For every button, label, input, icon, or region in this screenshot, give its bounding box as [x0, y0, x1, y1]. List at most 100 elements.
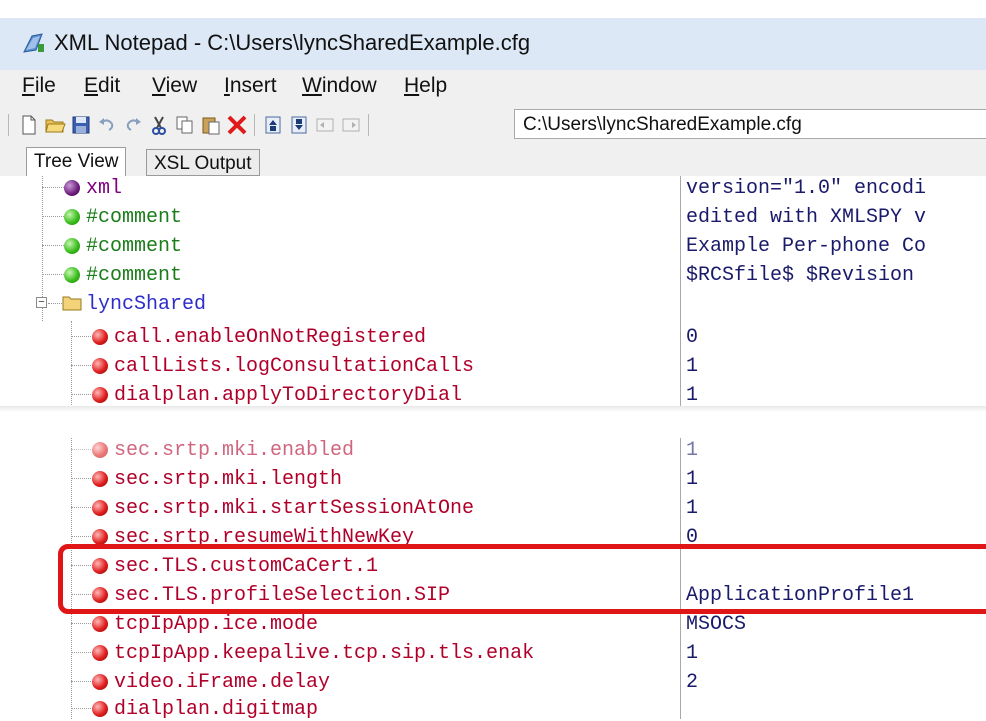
- tree-connector: [42, 216, 64, 217]
- node-name: dialplan.digitmap: [114, 698, 319, 721]
- title-bar[interactable]: XML Notepad - C:\Users\lyncSharedExample…: [0, 18, 986, 71]
- menu-edit-accel: E: [84, 74, 99, 97]
- node-name: tcpIpApp.keepalive.tcp.sip.tls.enak: [114, 642, 535, 665]
- nudge-left-icon[interactable]: [314, 114, 336, 136]
- element-node-icon: [92, 358, 108, 374]
- delete-x-icon[interactable]: [226, 114, 248, 136]
- cut-scissors-icon[interactable]: [148, 114, 170, 136]
- nudge-up-icon[interactable]: [262, 114, 284, 136]
- element-node-icon: [92, 329, 108, 345]
- comment-node-icon: [64, 267, 80, 283]
- tree-value-splitter[interactable]: [680, 176, 681, 719]
- tree-row[interactable]: tcpIpApp.keepalive.tcp.sip.tls.enak 1: [0, 641, 986, 665]
- tree-row[interactable]: #comment Example Per-phone Co: [0, 234, 986, 258]
- menu-edit[interactable]: Edit: [84, 74, 120, 98]
- element-node-icon: [92, 645, 108, 661]
- node-value[interactable]: edited with XMLSPY v: [686, 206, 926, 229]
- node-value[interactable]: $RCSfile$ $Revision: [686, 264, 914, 287]
- collapse-expander-icon[interactable]: −: [36, 297, 47, 308]
- element-node-icon: [92, 529, 108, 545]
- save-disk-icon[interactable]: [70, 114, 92, 136]
- menu-bar: File Edit View Insert Window Help: [0, 70, 986, 106]
- element-node-icon: [92, 701, 108, 717]
- menu-view[interactable]: View: [152, 74, 197, 98]
- node-value[interactable]: MSOCS: [686, 613, 746, 636]
- processing-instruction-icon: [64, 180, 80, 196]
- tab-xsl-output[interactable]: XSL Output: [146, 149, 260, 176]
- copy-icon[interactable]: [174, 114, 196, 136]
- tree-row[interactable]: #comment $RCSfile$ $Revision: [0, 263, 986, 287]
- toolbar-separator-2: [368, 114, 369, 136]
- tree-connector: [42, 245, 64, 246]
- tree-row[interactable]: dialplan.digitmap: [0, 697, 986, 721]
- element-node-icon: [92, 500, 108, 516]
- tree-row[interactable]: #comment edited with XMLSPY v: [0, 205, 986, 229]
- highlight-annotation: [58, 544, 986, 614]
- xml-notepad-app-icon: [23, 33, 44, 53]
- tree-connector: [71, 478, 93, 479]
- tree-connector: [71, 652, 93, 653]
- tree-row[interactable]: xml version="1.0" encodi: [0, 176, 986, 200]
- node-name: xml: [86, 177, 123, 200]
- node-value[interactable]: 1: [686, 468, 698, 491]
- comment-node-icon: [64, 238, 80, 254]
- node-name: callLists.logConsultationCalls: [114, 355, 475, 378]
- screenshot-break: [0, 408, 986, 438]
- menu-view-label: iew: [165, 74, 198, 97]
- location-input[interactable]: C:\Users\lyncSharedExample.cfg: [514, 109, 986, 139]
- tree-row[interactable]: tcpIpApp.ice.mode MSOCS: [0, 612, 986, 636]
- element-node-icon: [92, 442, 108, 458]
- node-name: sec.srtp.mki.startSessionAtOne: [114, 497, 475, 520]
- node-value[interactable]: 1: [686, 497, 698, 520]
- tree-connector: [71, 681, 93, 682]
- node-value[interactable]: Example Per-phone Co: [686, 235, 926, 258]
- menu-insert[interactable]: Insert: [224, 74, 277, 98]
- node-value[interactable]: 1: [686, 384, 698, 407]
- screenshot-break-shadow: [0, 406, 986, 412]
- menu-window[interactable]: Window: [302, 74, 377, 98]
- tree-connector: [71, 536, 93, 537]
- undo-icon[interactable]: [96, 114, 118, 136]
- nudge-right-icon[interactable]: [340, 114, 362, 136]
- tree-row[interactable]: sec.srtp.mki.startSessionAtOne 1: [0, 496, 986, 520]
- node-name: #comment: [86, 206, 183, 229]
- menu-window-label: indow: [321, 74, 377, 97]
- menu-edit-label: dit: [98, 74, 121, 97]
- tree-connector: [71, 507, 93, 508]
- node-name: video.iFrame.delay: [114, 671, 331, 694]
- node-name: #comment: [86, 264, 183, 287]
- tree-connector: [71, 449, 93, 450]
- tree-row[interactable]: call.enableOnNotRegistered 0: [0, 325, 986, 349]
- tree-connector: [71, 336, 93, 337]
- menu-file-accel: F: [22, 74, 35, 97]
- tree-row[interactable]: − lyncShared: [0, 292, 986, 316]
- tree-row[interactable]: dialplan.applyToDirectoryDial 1: [0, 383, 986, 407]
- node-value[interactable]: version="1.0" encodi: [686, 177, 926, 200]
- tree-row[interactable]: callLists.logConsultationCalls 1: [0, 354, 986, 378]
- tab-tree-view[interactable]: Tree View: [26, 147, 127, 177]
- toolbar: C:\Users\lyncSharedExample.cfg: [0, 106, 986, 144]
- node-value[interactable]: 0: [686, 326, 698, 349]
- node-name: #comment: [86, 235, 183, 258]
- paste-icon[interactable]: [200, 114, 222, 136]
- tree-row[interactable]: sec.srtp.mki.enabled 1: [0, 438, 986, 462]
- node-value[interactable]: 1: [686, 642, 698, 665]
- tree-view-panel[interactable]: xml version="1.0" encodi #comment edited…: [0, 176, 986, 721]
- new-file-icon[interactable]: [18, 114, 40, 136]
- comment-node-icon: [64, 209, 80, 225]
- nudge-down-icon[interactable]: [288, 114, 310, 136]
- node-name: dialplan.applyToDirectoryDial: [114, 384, 463, 407]
- node-value[interactable]: 2: [686, 671, 698, 694]
- menu-file[interactable]: File: [22, 74, 56, 98]
- open-folder-icon[interactable]: [44, 114, 66, 136]
- tree-row[interactable]: sec.srtp.mki.length 1: [0, 467, 986, 491]
- window-title: XML Notepad - C:\Users\lyncSharedExample…: [54, 30, 531, 55]
- menu-help-label: elp: [419, 74, 448, 97]
- node-name: tcpIpApp.ice.mode: [114, 613, 319, 636]
- menu-help[interactable]: Help: [404, 74, 447, 98]
- node-value[interactable]: 1: [686, 355, 698, 378]
- tree-row[interactable]: video.iFrame.delay 2: [0, 670, 986, 694]
- view-tabs: Tree View XSL Output: [0, 144, 986, 177]
- redo-icon[interactable]: [122, 114, 144, 136]
- node-value[interactable]: 1: [686, 439, 698, 462]
